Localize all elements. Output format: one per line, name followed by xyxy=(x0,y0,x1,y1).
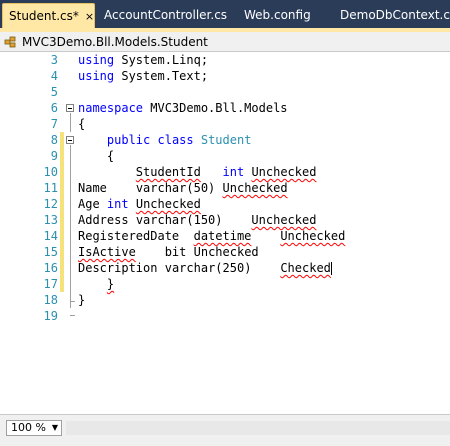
line-number: 13 xyxy=(43,213,58,227)
line-number: 4 xyxy=(50,69,58,83)
tab-label: Web.config xyxy=(244,8,311,22)
chevron-down-icon: ▼ xyxy=(51,423,58,432)
line-number: 6 xyxy=(50,101,58,115)
code-line-11: Name varchar(50) Unchecked xyxy=(78,181,288,195)
tab-label: AccountController.cs xyxy=(104,8,228,22)
zoom-value: 100 % xyxy=(11,421,46,434)
outline-line xyxy=(70,145,71,295)
tab-demodbcontext-cs[interactable]: DemoDbContext.cs* xyxy=(334,3,450,28)
code-line-10: StudentId int Unchecked xyxy=(135,165,317,179)
outlining-margin xyxy=(64,52,76,414)
code-line-13: Address varchar(150) Unchecked xyxy=(78,213,317,227)
code-line-7: { xyxy=(78,117,86,131)
code-line-6: namespace MVC3Demo.Bll.Models xyxy=(78,101,288,115)
line-number: 10 xyxy=(43,165,58,179)
line-number: 5 xyxy=(50,85,58,99)
code-line-3: using System.Linq; xyxy=(78,53,209,67)
line-number: 18 xyxy=(43,293,58,307)
tab-student-cs[interactable]: Student.cs* × xyxy=(2,3,95,28)
line-number: 11 xyxy=(43,181,58,195)
code-line-4: using System.Text; xyxy=(78,69,209,83)
line-number: 17 xyxy=(43,277,58,291)
code-line-12: Age int Unchecked xyxy=(78,197,201,211)
outline-end xyxy=(70,315,75,316)
document-tab-bar: Student.cs* × AccountController.cs Web.co… xyxy=(0,0,450,28)
tab-web-config[interactable]: Web.config xyxy=(238,3,317,28)
text-caret xyxy=(330,262,332,275)
tab-label: DemoDbContext.cs* xyxy=(340,8,450,22)
line-number: 14 xyxy=(43,229,58,243)
code-line-17: } xyxy=(106,277,115,291)
line-number: 9 xyxy=(50,149,58,163)
code-line-15: IsActive bit Unchecked xyxy=(78,245,259,259)
editor-bottom-bar: 100 % ▼ xyxy=(0,414,450,446)
code-line-14: RegisteredDate datetime Unchecked xyxy=(78,229,346,243)
tab-accountcontroller-cs[interactable]: AccountController.cs xyxy=(98,3,233,28)
line-number: 19 xyxy=(43,309,58,323)
line-number: 15 xyxy=(43,245,58,259)
collapse-namespace-icon[interactable] xyxy=(66,104,74,112)
code-line-9: { xyxy=(106,149,115,163)
collapse-class-icon[interactable] xyxy=(66,136,74,144)
type-path: MVC3Demo.Bll.Models.Student xyxy=(22,35,208,49)
close-tab-icon[interactable]: × xyxy=(85,4,94,29)
tab-label: Student.cs* xyxy=(9,9,79,23)
line-number: 3 xyxy=(50,53,58,67)
outline-line xyxy=(70,113,71,132)
line-number: 12 xyxy=(43,197,58,211)
line-number: 16 xyxy=(43,261,58,275)
zoom-dropdown[interactable]: 100 % ▼ xyxy=(6,420,62,436)
code-editor[interactable]: 3 4 5 6 7 8 9 10 11 12 13 14 15 16 17 18… xyxy=(0,52,450,414)
line-number: 7 xyxy=(50,117,58,131)
horizontal-scrollbar[interactable] xyxy=(66,421,450,435)
type-navigation-bar[interactable]: MVC3Demo.Bll.Models.Student xyxy=(0,32,450,52)
code-line-18: } xyxy=(78,293,86,307)
class-icon xyxy=(4,36,16,48)
outline-end xyxy=(70,301,75,302)
line-number: 8 xyxy=(50,133,58,147)
code-line-16: Description varchar(250) Checked xyxy=(78,261,332,275)
code-line-8: public class Student xyxy=(106,133,252,147)
